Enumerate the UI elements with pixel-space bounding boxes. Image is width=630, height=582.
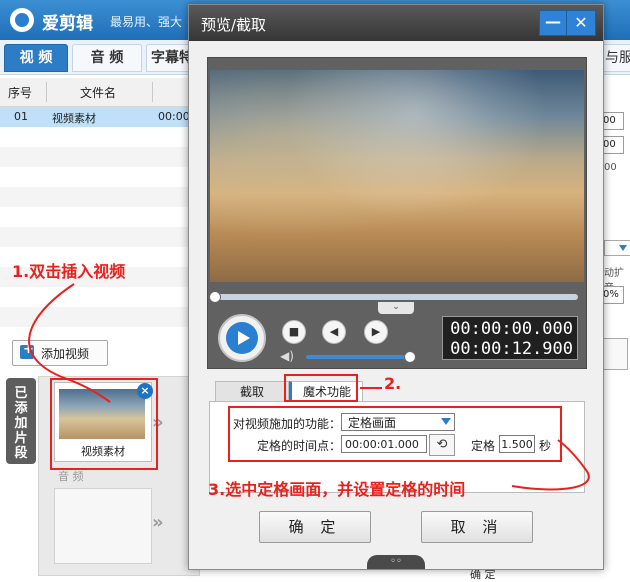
annotation-arrow-step1 <box>28 283 111 403</box>
annotation-arrows <box>28 283 590 491</box>
annotation-arrow-step3 <box>511 439 590 491</box>
